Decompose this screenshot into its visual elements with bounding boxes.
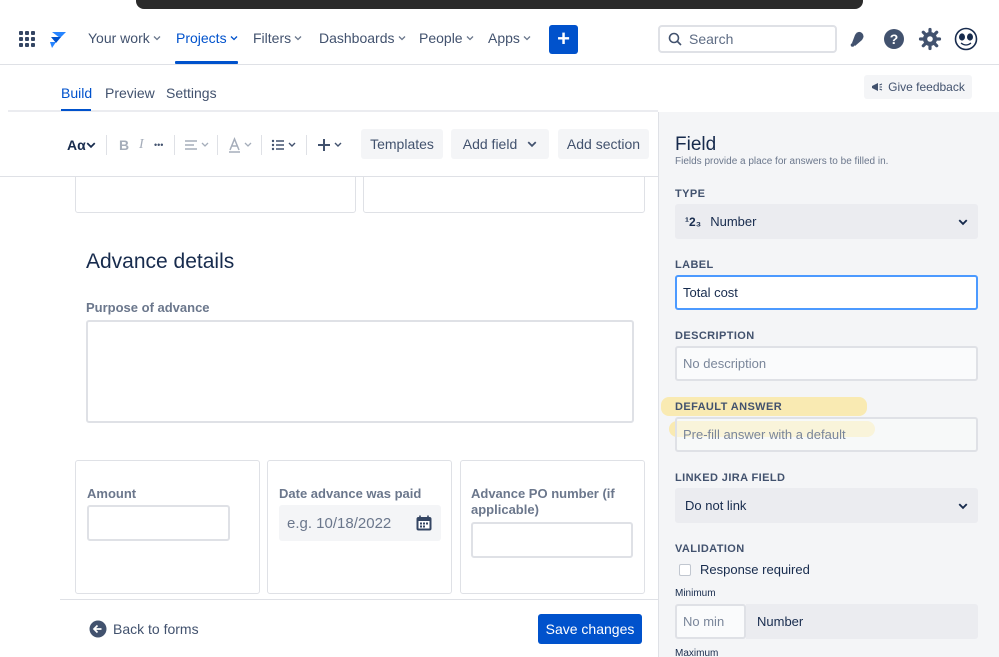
description-label: DESCRIPTION (675, 330, 755, 342)
chevron-down-icon (230, 36, 238, 41)
chevron-down-icon (86, 142, 96, 149)
chevron-down-icon (294, 36, 302, 41)
panel-subtitle: Fields provide a place for answers to be… (675, 156, 889, 167)
toolbar-divider (306, 135, 307, 155)
active-tab-indicator (61, 109, 91, 111)
jira-logo-icon[interactable] (48, 28, 68, 50)
svg-text:?: ? (890, 31, 899, 47)
align-dropdown[interactable] (184, 131, 210, 159)
megaphone-icon (872, 83, 883, 91)
plus-icon (318, 139, 342, 151)
search-icon (668, 32, 682, 46)
back-to-forms-link[interactable]: Back to forms (89, 620, 199, 638)
help-icon[interactable]: ? (882, 27, 906, 51)
list-dropdown[interactable] (271, 131, 299, 159)
purpose-textarea[interactable] (86, 320, 634, 423)
align-left-icon (185, 140, 209, 150)
active-nav-indicator (175, 61, 238, 64)
chevron-down-icon (466, 36, 474, 41)
give-feedback-button[interactable]: Give feedback (864, 75, 972, 99)
chevron-down-icon (958, 502, 968, 509)
insert-dropdown[interactable] (317, 131, 345, 159)
default-answer-input[interactable]: Pre-fill answer with a default (675, 417, 978, 452)
nav-apps[interactable]: Apps (488, 30, 531, 46)
default-answer-label: DEFAULT ANSWER (675, 401, 783, 413)
chevron-down-icon (398, 36, 405, 41)
bold-button[interactable]: B (119, 131, 129, 159)
amount-label: Amount (87, 486, 137, 501)
chevron-down-icon (527, 141, 537, 148)
os-top-strip (0, 0, 999, 14)
po-label: Advance PO number (if applicable) (471, 486, 615, 517)
toolbar-divider (261, 135, 262, 155)
bullet-list-icon (271, 139, 296, 151)
nav-projects[interactable]: Projects (176, 30, 238, 46)
tab-settings[interactable]: Settings (166, 85, 217, 101)
avatar[interactable] (954, 27, 978, 51)
more-formatting-button[interactable]: ••• (154, 131, 163, 159)
nav-your-work[interactable]: Your work (88, 30, 161, 46)
italic-button[interactable]: I (139, 131, 144, 159)
tab-preview[interactable]: Preview (105, 85, 155, 101)
builder-tabs: Build Preview Settings (8, 66, 658, 112)
device-bezel (136, 0, 863, 9)
nav-people[interactable]: People (419, 30, 474, 46)
validation-label: VALIDATION (675, 543, 745, 555)
response-required-checkbox[interactable]: Response required (679, 562, 810, 577)
number-type-icon: ¹2₃ (685, 214, 702, 229)
panel-title: Field (675, 134, 717, 155)
arrow-left-circle-icon (89, 620, 107, 638)
date-label: Date advance was paid (279, 486, 422, 501)
add-section-button[interactable]: Add section (558, 129, 649, 159)
section-title: Advance details (86, 250, 235, 273)
amount-input[interactable] (87, 505, 230, 541)
form-field-card[interactable] (363, 177, 645, 213)
minimum-input[interactable]: No min (675, 604, 746, 639)
settings-gear-icon[interactable] (918, 27, 942, 51)
type-label: TYPE (675, 188, 706, 200)
linked-jira-field-select[interactable]: Do not link (675, 488, 978, 523)
chevron-down-icon (153, 36, 161, 41)
minimum-row: No min Number (675, 604, 978, 639)
editor-toolbar: Aα B I ••• Templates Add field Add secti… (0, 113, 658, 177)
templates-button[interactable]: Templates (361, 129, 443, 159)
type-select[interactable]: ¹2₃ Number (675, 204, 978, 239)
minimum-type-select[interactable]: Number (746, 604, 978, 639)
text-color-dropdown[interactable] (228, 131, 254, 159)
minimum-label: Minimum (675, 588, 716, 599)
form-canvas: Advance details Purpose of advance Amoun… (0, 177, 658, 599)
text-style-dropdown[interactable]: Aα (67, 131, 96, 159)
toolbar-divider (106, 135, 107, 155)
calendar-icon[interactable] (415, 514, 433, 532)
date-input[interactable]: e.g. 10/18/2022 (279, 505, 441, 541)
label-label: LABEL (675, 259, 714, 271)
linked-jira-field-label: LINKED JIRA FIELD (675, 472, 786, 484)
po-input[interactable] (471, 522, 633, 558)
maximum-label: Maximum (675, 648, 719, 657)
chevron-down-icon (523, 36, 531, 41)
app-switcher-icon[interactable] (19, 31, 35, 47)
text-color-icon (229, 137, 252, 153)
chevron-down-icon (958, 218, 968, 225)
save-changes-button[interactable]: Save changes (538, 614, 642, 644)
toolbar-divider (174, 135, 175, 155)
create-button[interactable]: + (549, 25, 578, 54)
checkbox[interactable] (679, 563, 691, 576)
top-navigation: Your work Projects Filters Dashboards Pe… (0, 14, 999, 65)
label-input[interactable]: Total cost (675, 275, 978, 310)
nav-filters[interactable]: Filters (253, 30, 302, 46)
description-input[interactable]: No description (675, 346, 978, 381)
field-settings-panel: Field Fields provide a place for answers… (658, 112, 999, 657)
toolbar-divider (217, 135, 218, 155)
tab-build[interactable]: Build (61, 85, 92, 101)
notifications-icon[interactable] (846, 27, 870, 51)
add-field-button[interactable]: Add field (451, 129, 549, 159)
form-field-card[interactable] (75, 177, 356, 213)
nav-dashboards[interactable]: Dashboards (319, 30, 406, 46)
purpose-label: Purpose of advance (86, 300, 210, 315)
footer-bar: Back to forms Save changes (60, 599, 658, 657)
search-input[interactable]: Search (658, 25, 837, 53)
